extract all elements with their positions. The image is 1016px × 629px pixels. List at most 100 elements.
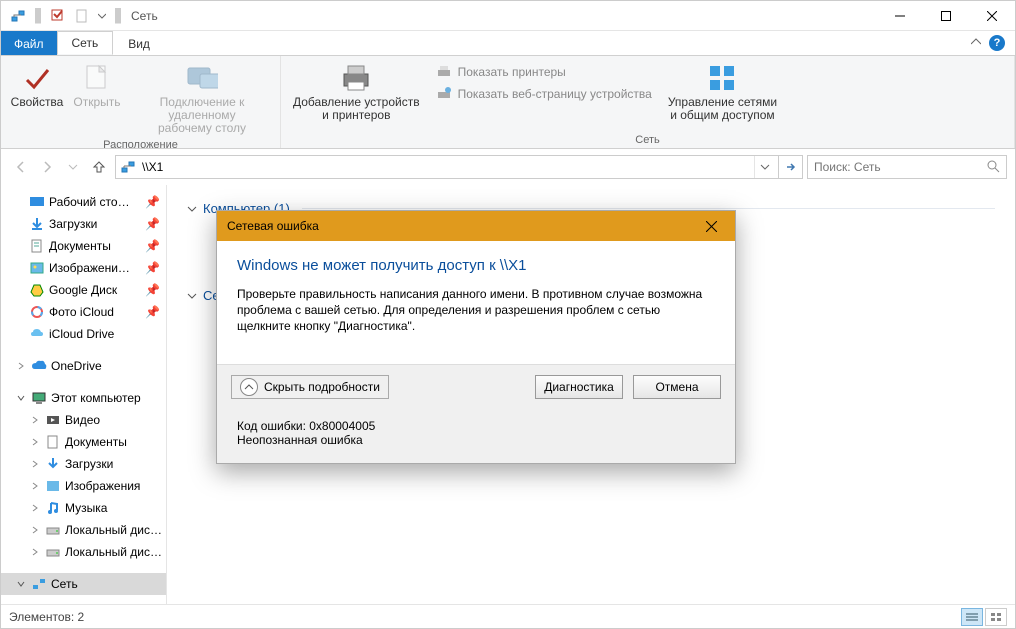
disk-icon [45, 522, 61, 538]
printer-icon [436, 64, 452, 80]
tree-pictures2[interactable]: Изображения [1, 475, 166, 497]
tab-network[interactable]: Сеть [57, 31, 114, 55]
tree-localdisk1[interactable]: Локальный дис… [1, 519, 166, 541]
dialog-cancel-button[interactable]: Отмена [633, 375, 721, 399]
view-icons-button[interactable] [985, 608, 1007, 626]
gdrive-icon [29, 282, 45, 298]
nav-back-button[interactable] [9, 155, 33, 179]
close-button[interactable] [969, 1, 1015, 31]
chevron-right-icon[interactable] [29, 546, 41, 558]
downloads-icon [45, 456, 61, 472]
tree-icloud-photo[interactable]: Фото iCloud📌 [1, 301, 166, 323]
chevron-down-icon[interactable] [187, 204, 197, 214]
tree-pictures[interactable]: Изображени…📌 [1, 257, 166, 279]
dialog-error-code: Код ошибки: 0x80004005 [237, 419, 715, 433]
tree-music[interactable]: Музыка [1, 497, 166, 519]
dialog-close-button[interactable] [697, 212, 725, 240]
chevron-down-icon[interactable] [15, 392, 27, 404]
titlebar: Сеть [1, 1, 1015, 31]
view-details-button[interactable] [961, 608, 983, 626]
address-bar[interactable] [115, 155, 803, 179]
pin-icon: 📌 [145, 217, 160, 231]
window-title: Сеть [131, 9, 158, 23]
chevron-down-icon[interactable] [15, 578, 27, 590]
open-icon [81, 62, 113, 94]
ribbon-properties-label: Свойства [11, 96, 64, 109]
address-go-button[interactable] [778, 156, 802, 178]
tree-downloads2[interactable]: Загрузки [1, 453, 166, 475]
nav-up-button[interactable] [87, 155, 111, 179]
chevron-right-icon[interactable] [29, 436, 41, 448]
ribbon: Свойства Открыть Подключение к удаленном… [1, 55, 1015, 149]
videos-icon [45, 412, 61, 428]
icloud-drive-icon [29, 326, 45, 342]
network-icon [31, 576, 47, 592]
pictures-icon [45, 478, 61, 494]
onedrive-icon [31, 358, 47, 374]
documents-icon [45, 434, 61, 450]
tree-documents[interactable]: Документы📌 [1, 235, 166, 257]
ribbon-rdp-label-2: рабочему столу [158, 122, 246, 135]
address-dropdown-button[interactable] [754, 156, 774, 178]
search-icon[interactable] [986, 159, 1002, 175]
ribbon-open-label: Открыть [73, 96, 120, 109]
pin-icon: 📌 [145, 305, 160, 319]
desktop-icon [29, 194, 45, 210]
tree-this-pc[interactable]: Этот компьютер [1, 387, 166, 409]
pin-icon: 📌 [145, 239, 160, 253]
dialog-titlebar[interactable]: Сетевая ошибка [217, 211, 735, 241]
tree-icloud-drive[interactable]: iCloud Drive [1, 323, 166, 345]
tree-localdisk2[interactable]: Локальный дис… [1, 541, 166, 563]
qat-blank-icon[interactable] [71, 5, 93, 27]
navigation-bar [1, 149, 1015, 185]
search-input[interactable] [812, 159, 986, 175]
pin-icon: 📌 [145, 261, 160, 275]
ribbon-rdp-button: Подключение к удаленному рабочему столу [127, 58, 277, 135]
chevron-right-icon[interactable] [29, 524, 41, 536]
documents-icon [29, 238, 45, 254]
ribbon-properties-button[interactable]: Свойства [7, 58, 67, 109]
downloads-icon [29, 216, 45, 232]
music-icon [45, 500, 61, 516]
nav-history-button[interactable] [61, 155, 85, 179]
help-icon[interactable]: ? [989, 35, 1005, 51]
tree-downloads[interactable]: Загрузки📌 [1, 213, 166, 235]
chevron-right-icon[interactable] [29, 458, 41, 470]
chevron-right-icon[interactable] [29, 414, 41, 426]
search-box[interactable] [807, 155, 1007, 179]
ribbon-collapse-icon[interactable] [971, 38, 981, 48]
chevron-right-icon[interactable] [15, 360, 27, 372]
qat-dropdown-icon[interactable] [95, 5, 109, 27]
ribbon-tabs: Файл Сеть Вид ? [1, 31, 1015, 55]
maximize-button[interactable] [923, 1, 969, 31]
ribbon-add-devices-label-2: и принтеров [322, 109, 390, 122]
checkmark-icon [21, 62, 53, 94]
address-network-icon [120, 159, 136, 175]
tree-gdrive[interactable]: Google Диск📌 [1, 279, 166, 301]
device-web-icon [436, 86, 452, 102]
tree-network[interactable]: Сеть [1, 573, 166, 595]
address-input[interactable] [140, 157, 750, 177]
minimize-button[interactable] [877, 1, 923, 31]
dialog-diagnose-button[interactable]: Диагностика [535, 375, 623, 399]
chevron-right-icon[interactable] [29, 480, 41, 492]
ribbon-manage-label-2: и общим доступом [670, 109, 774, 122]
ribbon-add-devices-button[interactable]: Добавление устройств и принтеров [287, 58, 426, 122]
error-dialog: Сетевая ошибка Windows не может получить… [216, 210, 736, 464]
tree-videos[interactable]: Видео [1, 409, 166, 431]
tab-view[interactable]: Вид [113, 31, 165, 55]
status-item-count: Элементов: 2 [9, 610, 84, 624]
nav-forward-button[interactable] [35, 155, 59, 179]
tree-onedrive[interactable]: OneDrive [1, 355, 166, 377]
chevron-right-icon[interactable] [29, 502, 41, 514]
tab-file[interactable]: Файл [1, 31, 57, 55]
network-share-icon [706, 62, 738, 94]
tree-documents2[interactable]: Документы [1, 431, 166, 453]
chevron-down-icon[interactable] [187, 291, 197, 301]
qat-network-icon[interactable] [7, 5, 29, 27]
dialog-toggle-details-button[interactable]: Скрыть подробности [231, 375, 389, 399]
qat-properties-icon[interactable] [47, 5, 69, 27]
ribbon-rdp-label-1: Подключение к удаленному [133, 96, 271, 122]
ribbon-manage-networks-button[interactable]: Управление сетями и общим доступом [662, 58, 783, 122]
tree-desktop[interactable]: Рабочий сто…📌 [1, 191, 166, 213]
